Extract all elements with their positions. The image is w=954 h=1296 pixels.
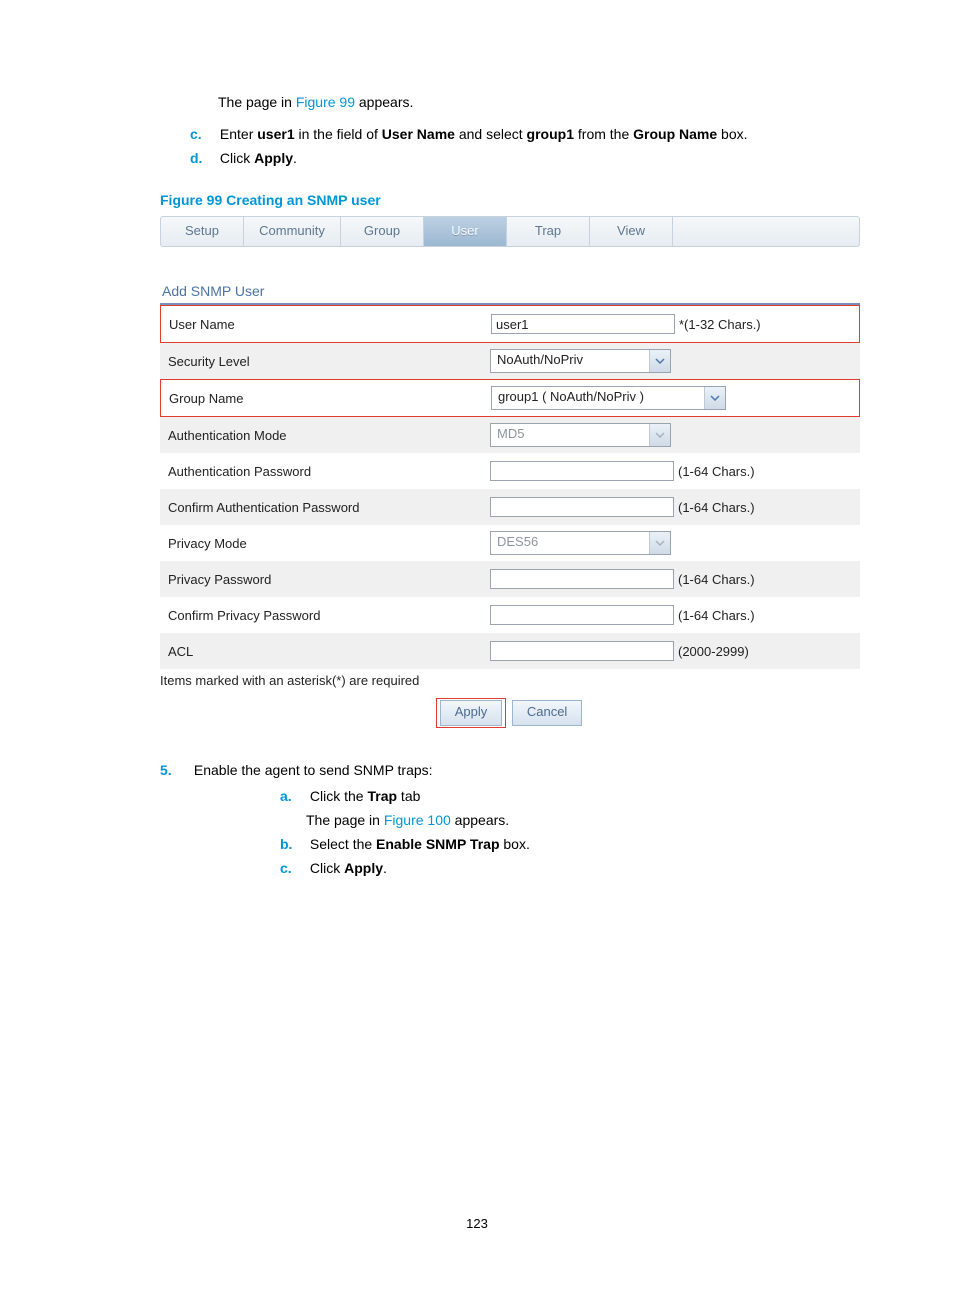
required-note: Items marked with an asterisk(*) are req… xyxy=(160,673,860,688)
steps-cd: c. Enter user1 in the field of User Name… xyxy=(70,122,884,170)
tab-view[interactable]: View xyxy=(590,217,673,246)
confirm-privacy-password-label: Confirm Privacy Password xyxy=(160,608,490,623)
text: from the xyxy=(574,126,633,142)
section-title: Add SNMP User xyxy=(160,283,860,305)
group-name-label: Group Name xyxy=(161,391,491,406)
text: Click xyxy=(310,860,344,876)
row-security-level: Security Level NoAuth/NoPriv xyxy=(160,343,860,379)
acl-label: ACL xyxy=(160,644,490,659)
text: User Name xyxy=(382,126,455,142)
user-name-hint: *(1-32 Chars.) xyxy=(679,317,761,332)
text: The page in xyxy=(218,94,296,110)
auth-password-input[interactable] xyxy=(490,461,674,481)
figure-label: Figure 99 Creating an SNMP user xyxy=(160,192,884,208)
text: Apply xyxy=(254,150,293,166)
text: in the field of xyxy=(295,126,382,142)
privacy-password-input[interactable] xyxy=(490,569,674,589)
row-confirm-privacy-password: Confirm Privacy Password (1-64 Chars.) xyxy=(160,597,860,633)
select-text: MD5 xyxy=(491,424,649,446)
tab-trap[interactable]: Trap xyxy=(507,217,590,246)
select-text: NoAuth/NoPriv xyxy=(491,350,649,372)
step-letter: c. xyxy=(190,122,216,146)
privacy-password-label: Privacy Password xyxy=(160,572,490,587)
tab-group[interactable]: Group xyxy=(341,217,424,246)
text: Enter xyxy=(220,126,257,142)
apply-highlight: Apply xyxy=(436,698,507,728)
tab-user[interactable]: User xyxy=(424,217,507,246)
text: appears. xyxy=(355,94,413,110)
text: Click the xyxy=(310,788,368,804)
auth-password-label: Authentication Password xyxy=(160,464,490,479)
auth-mode-select: MD5 xyxy=(490,423,671,447)
step-5: 5. Enable the agent to send SNMP traps: … xyxy=(70,762,884,880)
highlight-username-group: User Name *(1-32 Chars.) xyxy=(160,305,860,343)
text: box. xyxy=(500,836,530,852)
step-letter: d. xyxy=(190,146,216,170)
select-text: DES56 xyxy=(491,532,649,554)
step-number: 5. xyxy=(160,762,190,778)
apply-button[interactable]: Apply xyxy=(440,700,503,726)
text: tab xyxy=(397,788,420,804)
text: and select xyxy=(455,126,527,142)
step-5-sub: a. Click the Trap tab The page in Figure… xyxy=(160,784,884,880)
row-acl: ACL (2000-2999) xyxy=(160,633,860,669)
hint: (2000-2999) xyxy=(678,644,749,659)
highlight-groupname: Group Name group1 ( NoAuth/NoPriv ) xyxy=(160,379,860,417)
page-number: 123 xyxy=(70,1216,884,1231)
hint: (1-64 Chars.) xyxy=(678,500,755,515)
acl-input[interactable] xyxy=(490,641,674,661)
confirm-auth-password-label: Confirm Authentication Password xyxy=(160,500,490,515)
privacy-mode-label: Privacy Mode xyxy=(160,536,490,551)
confirm-auth-password-input[interactable] xyxy=(490,497,674,517)
hint: (1-64 Chars.) xyxy=(678,464,755,479)
text: appears. xyxy=(451,812,509,828)
text: Click xyxy=(220,150,254,166)
row-auth-password: Authentication Password (1-64 Chars.) xyxy=(160,453,860,489)
row-confirm-auth-password: Confirm Authentication Password (1-64 Ch… xyxy=(160,489,860,525)
select-text: group1 ( NoAuth/NoPriv ) xyxy=(492,387,704,409)
chevron-down-icon xyxy=(649,350,670,372)
chevron-down-icon xyxy=(649,532,670,554)
user-name-input[interactable] xyxy=(491,314,675,334)
step-letter: a. xyxy=(280,784,306,808)
user-name-label: User Name xyxy=(161,317,491,332)
text: user1 xyxy=(257,126,294,142)
step-letter: c. xyxy=(280,856,306,880)
text: group1 xyxy=(527,126,574,142)
privacy-mode-select: DES56 xyxy=(490,531,671,555)
cancel-button[interactable]: Cancel xyxy=(512,700,582,726)
intro-line: The page in Figure 99 appears. xyxy=(70,90,884,114)
text: The page in xyxy=(306,812,384,828)
text: Trap xyxy=(367,788,397,804)
text: Enable SNMP Trap xyxy=(376,836,499,852)
security-level-label: Security Level xyxy=(160,354,490,369)
button-row: Apply Cancel xyxy=(160,698,860,728)
chevron-down-icon xyxy=(704,387,725,409)
figure-99-link[interactable]: Figure 99 xyxy=(296,94,355,110)
text: Enable the agent to send SNMP traps: xyxy=(194,762,433,778)
snmp-user-screenshot: Setup Community Group User Trap View Add… xyxy=(160,216,860,728)
row-auth-mode: Authentication Mode MD5 xyxy=(160,417,860,453)
text: Apply xyxy=(344,860,383,876)
text: Select the xyxy=(310,836,376,852)
text: . xyxy=(383,860,387,876)
tab-community[interactable]: Community xyxy=(244,217,341,246)
text: Group Name xyxy=(633,126,717,142)
auth-mode-label: Authentication Mode xyxy=(160,428,490,443)
confirm-privacy-password-input[interactable] xyxy=(490,605,674,625)
hint: (1-64 Chars.) xyxy=(678,572,755,587)
chevron-down-icon xyxy=(649,424,670,446)
figure-100-link[interactable]: Figure 100 xyxy=(384,812,451,828)
text: box. xyxy=(717,126,747,142)
tab-spacer xyxy=(673,217,859,246)
step-letter: b. xyxy=(280,832,306,856)
tab-bar: Setup Community Group User Trap View xyxy=(160,216,860,247)
text: . xyxy=(293,150,297,166)
group-name-select[interactable]: group1 ( NoAuth/NoPriv ) xyxy=(491,386,726,410)
tab-setup[interactable]: Setup xyxy=(161,217,244,246)
row-privacy-mode: Privacy Mode DES56 xyxy=(160,525,860,561)
hint: (1-64 Chars.) xyxy=(678,608,755,623)
security-level-select[interactable]: NoAuth/NoPriv xyxy=(490,349,671,373)
row-privacy-password: Privacy Password (1-64 Chars.) xyxy=(160,561,860,597)
